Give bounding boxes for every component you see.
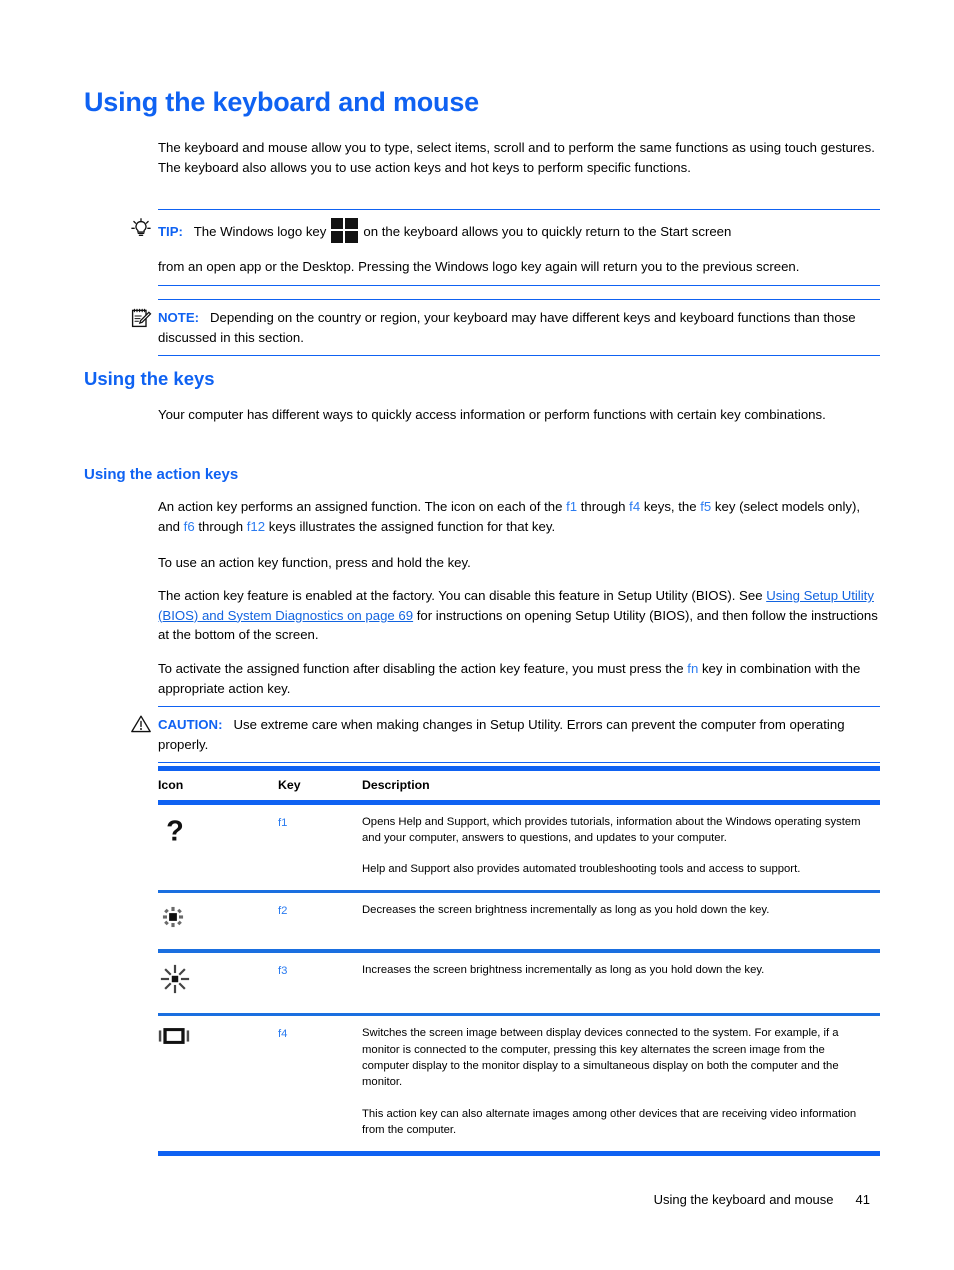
action-keys-paragraph-3: The action key feature is enabled at the… [158, 586, 880, 645]
keyref-fn: fn [687, 661, 699, 676]
notepad-pencil-icon [130, 307, 152, 329]
keyref-f6: f6 [183, 518, 195, 534]
keyref-f5: f5 [700, 499, 712, 514]
column-header-icon: Icon [158, 778, 184, 792]
page-footer: Using the keyboard and mouse 41 [654, 1192, 870, 1207]
table-row: f4 Switches the screen image between dis… [158, 1016, 880, 1150]
footer-title: Using the keyboard and mouse [653, 1192, 834, 1207]
description-cell-f3: Increases the screen brightness incremen… [362, 953, 880, 1013]
tip-first-line: TIP: The Windows logo key on the keyboard… [158, 218, 880, 243]
icon-cell-f2 [158, 893, 278, 949]
tip-continued-text: from an open app or the Desktop. Pressin… [158, 259, 800, 274]
description-cell-f1: Opens Help and Support, which provides t… [362, 805, 880, 890]
brightness-decrease-icon [158, 906, 188, 935]
ak-p1-e: through [194, 518, 247, 534]
action-keys-paragraph-3-wrap: The action key feature is enabled at the… [158, 586, 880, 645]
description-f2-part-1: Decreases the screen brightness incremen… [362, 904, 770, 916]
keyref-f1: f1 [566, 499, 578, 514]
key-cell-f1: f1 [278, 816, 288, 829]
action-keys-table: Icon Key Description ? f1 Opens Help and… [158, 766, 880, 1157]
section-using-the-keys-heading-wrap: Using the keys [84, 368, 215, 390]
key-cell-f2: f2 [278, 905, 288, 917]
tip-label: TIP: [158, 224, 183, 239]
tip-admonition: TIP: The Windows logo key on the keyboard… [131, 209, 880, 286]
caution-admonition: CAUTION: Use extreme care when making ch… [131, 706, 880, 764]
caution-label: CAUTION: [158, 717, 223, 732]
switch-display-icon [158, 1028, 190, 1050]
table-row: f3 Increases the screen brightness incre… [158, 953, 880, 1013]
table-header-row: Icon Key Description [158, 771, 880, 800]
action-keys-paragraph-2: To use an action key function, press and… [158, 555, 471, 570]
icon-cell-f1: ? [158, 805, 278, 890]
description-cell-f4: Switches the screen image between displa… [362, 1016, 880, 1150]
lightbulb-icon [130, 217, 152, 239]
using-the-keys-paragraph: Your computer has different ways to quic… [158, 407, 826, 422]
keyref-f12: f12 [246, 518, 266, 534]
note-text: Depending on the country or region, your… [158, 310, 856, 345]
ak-p1-a: An action key performs an assigned funct… [158, 499, 567, 514]
ak-p1-b: through [577, 499, 630, 514]
section-action-keys-heading-wrap: Using the action keys [84, 466, 238, 484]
intro-paragraph: The keyboard and mouse allow you to type… [158, 140, 875, 175]
windows-logo-icon [331, 218, 359, 243]
note-admonition: NOTE: Depending on the country or region… [131, 299, 880, 357]
description-f3-part-1: Increases the screen brightness incremen… [362, 963, 765, 976]
action-keys-paragraph-1-wrap: An action key performs an assigned funct… [158, 497, 880, 536]
ak-p4-a: To activate the assigned function after … [158, 661, 688, 676]
brightness-increase-icon [158, 964, 192, 999]
ak-p1-f: keys illustrates the assigned function f… [265, 518, 556, 534]
description-cell-f2: Decreases the screen brightness incremen… [362, 893, 880, 949]
table-row: f2 Decreases the screen brightness incre… [158, 893, 880, 949]
column-header-key: Key [278, 778, 301, 792]
intro-paragraph-block: The keyboard and mouse allow you to type… [158, 138, 880, 177]
caution-text: Use extreme care when making changes in … [158, 717, 845, 752]
action-keys-paragraph-2-wrap: To use an action key function, press and… [158, 553, 880, 573]
svg-text:?: ? [166, 815, 184, 847]
note-label: NOTE: [158, 310, 200, 325]
description-f1-part-2: Help and Support also provides automated… [362, 863, 801, 876]
keyref-f4: f4 [629, 499, 641, 514]
action-keys-paragraph-1: An action key performs an assigned funct… [158, 497, 880, 536]
icon-cell-f3 [158, 953, 278, 1013]
note-text-block: NOTE: Depending on the country or region… [158, 308, 880, 347]
heading-using-the-action-keys: Using the action keys [84, 466, 239, 483]
caution-text-block: CAUTION: Use extreme care when making ch… [158, 715, 880, 754]
warning-triangle-icon [130, 713, 152, 735]
table-bottom-rule [158, 1150, 880, 1157]
question-mark-icon: ? [158, 815, 192, 855]
tip-text-before-logo: The Windows logo key [193, 224, 327, 239]
description-f1-part-1: Opens Help and Support, which provides t… [362, 815, 861, 844]
key-cell-f3: f3 [278, 964, 288, 977]
action-keys-paragraph-4: To activate the assigned function after … [158, 659, 880, 698]
ak-p1-c: keys, the [640, 499, 701, 514]
table-row: ? f1 Opens Help and Support, which provi… [158, 805, 880, 890]
description-f4-part-1: Switches the screen image between displa… [362, 1027, 839, 1089]
document-page: Using the keyboard and mouse The keyboar… [0, 0, 954, 1270]
heading-using-the-keys: Using the keys [84, 368, 215, 389]
description-f4-part-2: This action key can also alternate image… [362, 1107, 857, 1137]
key-cell-f4: f4 [278, 1028, 288, 1041]
page-title: Using the keyboard and mouse [84, 87, 479, 117]
using-the-keys-body: Your computer has different ways to quic… [158, 405, 880, 425]
icon-cell-f4 [158, 1016, 278, 1150]
column-header-description: Description [362, 778, 430, 792]
tip-text-after-logo: on the keyboard allows you to quickly re… [363, 224, 732, 239]
action-keys-paragraph-4-wrap: To activate the assigned function after … [158, 659, 880, 698]
ak-p3-a: The action key feature is enabled at the… [158, 588, 767, 603]
footer-page-number: 41 [855, 1192, 870, 1207]
